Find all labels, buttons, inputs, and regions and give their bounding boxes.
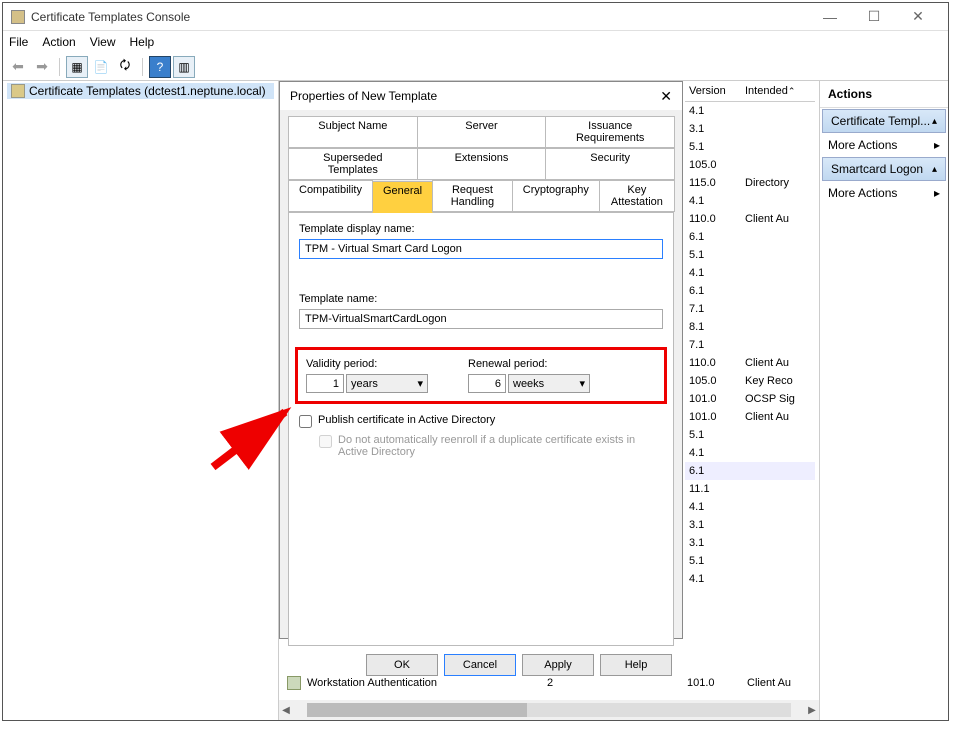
list-row[interactable]: 4.1 [685, 192, 815, 210]
close-button[interactable]: ✕ [896, 4, 940, 30]
validity-unit-select[interactable]: years▾ [346, 374, 428, 393]
list-row[interactable]: 110.0Client Au [685, 210, 815, 228]
ok-button[interactable]: OK [366, 654, 438, 676]
tab-key-attestation[interactable]: Key Attestation [599, 180, 675, 212]
folder-icon [11, 84, 25, 98]
list-row[interactable]: 4.1 [685, 444, 815, 462]
list-row[interactable]: 4.1 [685, 570, 815, 588]
help-icon[interactable]: ? [149, 56, 171, 78]
col-intended[interactable]: Intended⌃ [741, 85, 811, 97]
list-row[interactable]: 3.1 [685, 120, 815, 138]
forward-button[interactable]: ➡ [31, 56, 53, 78]
list-row[interactable]: 5.1 [685, 552, 815, 570]
list-row[interactable]: 110.0Client Au [685, 354, 815, 372]
list-row[interactable]: 105.0Key Reco [685, 372, 815, 390]
validity-number-input[interactable] [306, 374, 344, 393]
display-name-input[interactable] [299, 239, 663, 259]
list-row[interactable]: 105.0 [685, 156, 815, 174]
tab-compatibility[interactable]: Compatibility [288, 180, 373, 212]
list-row[interactable]: 6.1 [685, 462, 815, 480]
list-row[interactable]: 6.1 [685, 282, 815, 300]
horizontal-scrollbar[interactable]: ◀ ▶ [279, 700, 819, 720]
toolbar-icon-1[interactable]: ▦ [66, 56, 88, 78]
list-row[interactable]: 3.1 [685, 534, 815, 552]
renewal-number-input[interactable] [468, 374, 506, 393]
chevron-down-icon: ▾ [579, 377, 585, 390]
actions-smartcard-logon[interactable]: Smartcard Logon▴ [822, 157, 946, 181]
refresh-button[interactable]: 🗘 [114, 56, 136, 78]
col-version[interactable]: Version [685, 85, 741, 97]
tab-superseded[interactable]: Superseded Templates [288, 148, 418, 180]
tab-extensions[interactable]: Extensions [417, 148, 547, 180]
chevron-down-icon: ▾ [417, 377, 423, 390]
renewal-unit-select[interactable]: weeks▾ [508, 374, 590, 393]
template-list: Version Intended⌃ 4.13.15.1105.0115.0Dir… [685, 81, 815, 657]
list-row[interactable]: 8.1 [685, 318, 815, 336]
renewal-label: Renewal period: [468, 358, 590, 370]
maximize-button[interactable]: ☐ [852, 4, 896, 30]
list-row[interactable]: 5.1 [685, 138, 815, 156]
tab-server[interactable]: Server [417, 116, 547, 148]
no-reenroll-checkbox [319, 435, 332, 448]
annotation-arrow [203, 397, 303, 477]
tab-security[interactable]: Security [545, 148, 675, 180]
template-name-input[interactable] [299, 309, 663, 329]
highlight-box: Validity period: years▾ Renewal period: [295, 347, 667, 404]
tab-subject-name[interactable]: Subject Name [288, 116, 418, 148]
no-reenroll-label: Do not automatically reenroll if a dupli… [338, 434, 639, 458]
collapse-icon: ▴ [932, 116, 937, 127]
tab-general[interactable]: General [372, 181, 433, 213]
apply-button[interactable]: Apply [522, 654, 594, 676]
titlebar: Certificate Templates Console — ☐ ✕ [3, 3, 948, 31]
tab-issuance[interactable]: Issuance Requirements [545, 116, 675, 148]
tree-node-cert-templates[interactable]: Certificate Templates (dctest1.neptune.l… [7, 83, 274, 99]
tree-node-label: Certificate Templates (dctest1.neptune.l… [29, 84, 266, 98]
chevron-right-icon: ▸ [934, 138, 940, 152]
menu-help[interactable]: Help [130, 35, 155, 49]
list-row[interactable]: 115.0Directory [685, 174, 815, 192]
toolbar-icon-3[interactable]: ▥ [173, 56, 195, 78]
list-row[interactable]: 101.0OCSP Sig [685, 390, 815, 408]
cancel-button[interactable]: Cancel [444, 654, 516, 676]
template-name-label: Template name: [299, 293, 663, 305]
list-row[interactable]: 7.1 [685, 336, 815, 354]
actions-more-2[interactable]: More Actions▸ [820, 182, 948, 204]
validity-label: Validity period: [306, 358, 428, 370]
menu-file[interactable]: File [9, 35, 28, 49]
tab-request-handling[interactable]: Request Handling [432, 180, 513, 212]
list-row[interactable]: 7.1 [685, 300, 815, 318]
properties-dialog: Properties of New Template ✕ Subject Nam… [279, 81, 683, 639]
menu-action[interactable]: Action [42, 35, 75, 49]
toolbar-icon-2[interactable]: 📄 [90, 56, 112, 78]
list-row[interactable]: 4.1 [685, 264, 815, 282]
app-icon [11, 10, 25, 24]
menubar: File Action View Help [3, 31, 948, 53]
menu-view[interactable]: View [90, 35, 116, 49]
collapse-icon: ▴ [932, 164, 937, 175]
list-row[interactable]: 101.0Client Au [685, 408, 815, 426]
list-row[interactable]: 3.1 [685, 516, 815, 534]
chevron-right-icon: ▸ [934, 186, 940, 200]
list-row[interactable]: 4.1 [685, 498, 815, 516]
actions-title: Actions [820, 81, 948, 108]
actions-pane: Actions Certificate Templ...▴ More Actio… [819, 81, 948, 720]
tab-cryptography[interactable]: Cryptography [512, 180, 600, 212]
list-row[interactable]: 5.1 [685, 426, 815, 444]
publish-ad-label: Publish certificate in Active Directory [318, 414, 495, 426]
list-row[interactable]: 6.1 [685, 228, 815, 246]
list-row[interactable]: 5.1 [685, 246, 815, 264]
window-title: Certificate Templates Console [31, 10, 808, 24]
list-row[interactable]: 11.1 [685, 480, 815, 498]
dialog-close-button[interactable]: ✕ [660, 88, 672, 105]
display-name-label: Template display name: [299, 223, 663, 235]
actions-cert-templates[interactable]: Certificate Templ...▴ [822, 109, 946, 133]
back-button[interactable]: ⬅ [7, 56, 29, 78]
minimize-button[interactable]: — [808, 4, 852, 30]
actions-more-1[interactable]: More Actions▸ [820, 134, 948, 156]
dialog-title: Properties of New Template [290, 89, 437, 103]
help-button[interactable]: Help [600, 654, 672, 676]
list-row[interactable]: 4.1 [685, 102, 815, 120]
toolbar: ⬅ ➡ ▦ 📄 🗘 ? ▥ [3, 53, 948, 81]
